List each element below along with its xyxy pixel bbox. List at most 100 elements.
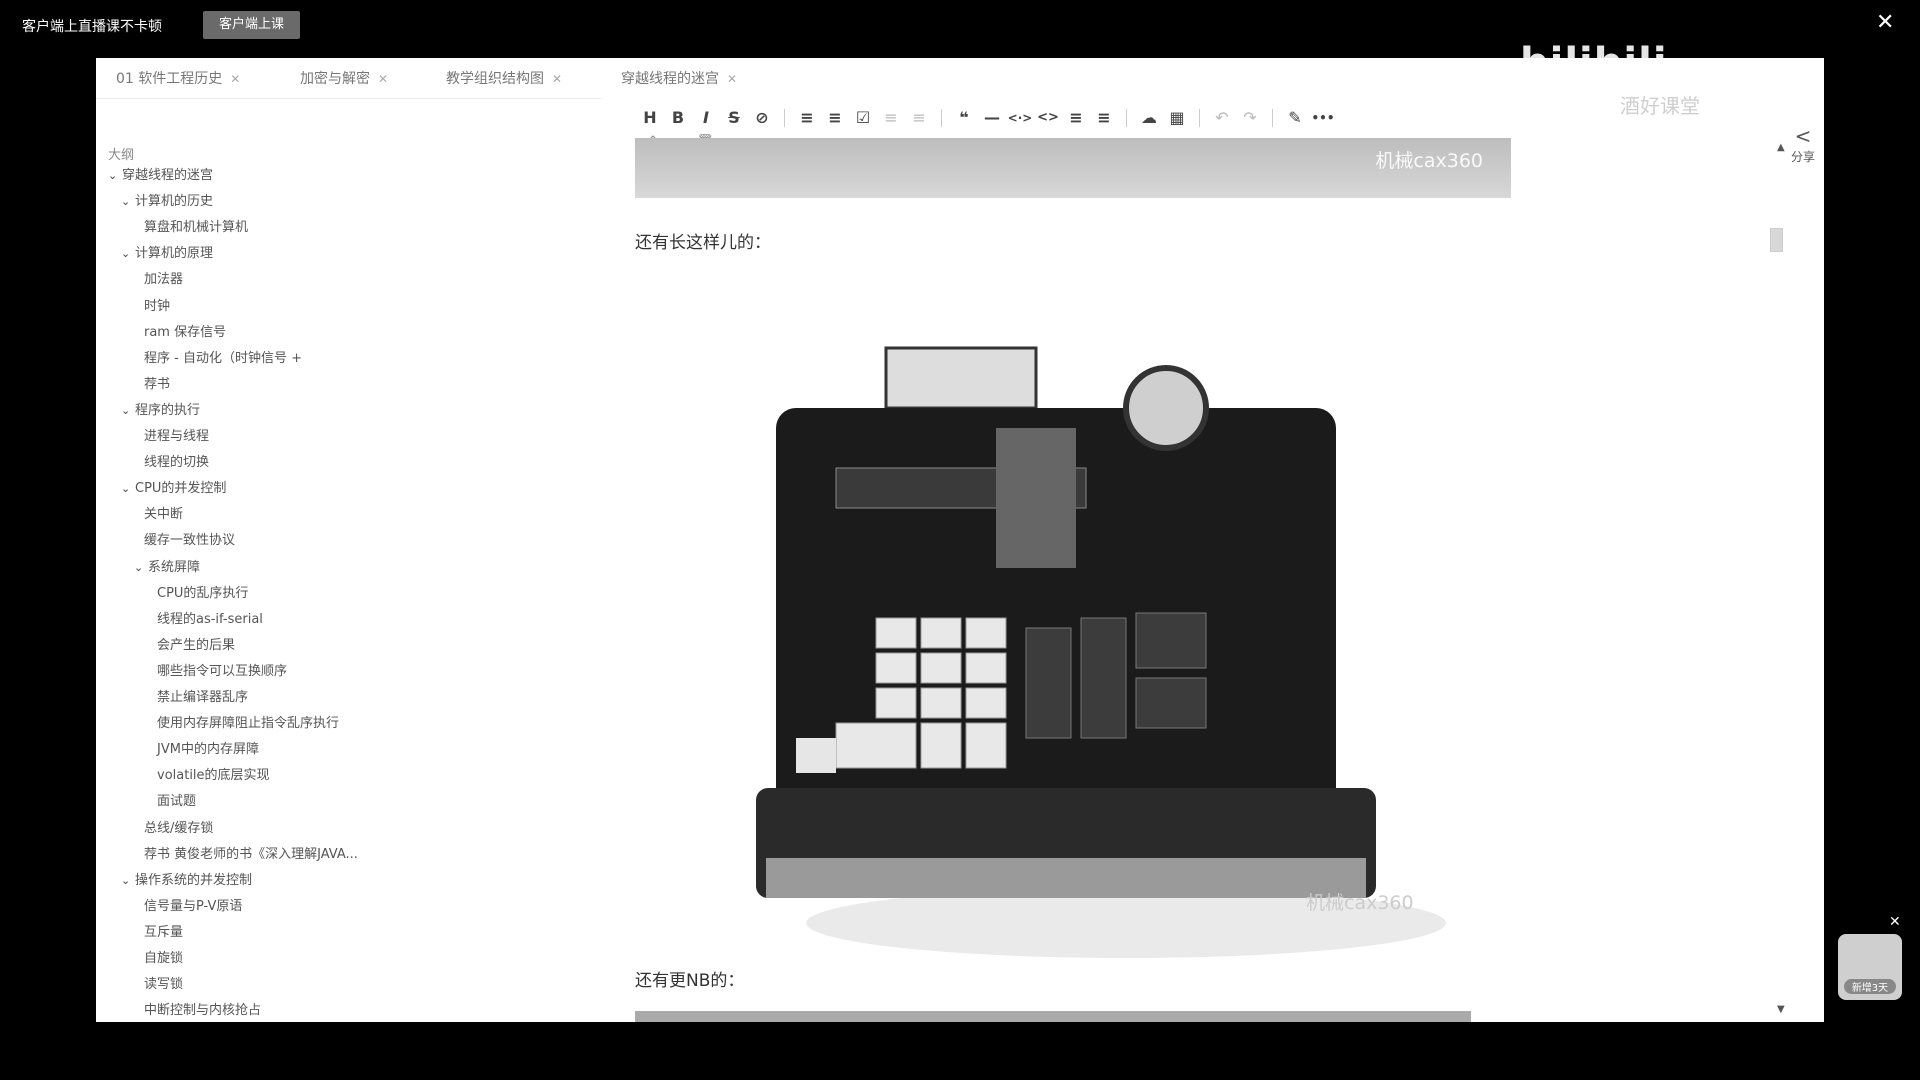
outline-item[interactable]: 荐书 bbox=[144, 375, 170, 395]
outline-item[interactable]: volatile的底层实现 bbox=[157, 766, 270, 786]
cloud-icon[interactable]: ☁ bbox=[1135, 106, 1163, 130]
outline-item-label: 哪些指令可以互换顺序 bbox=[157, 663, 288, 679]
pen-icon[interactable]: ✎ bbox=[1281, 106, 1309, 130]
outline-item[interactable]: 程序 - 自动化（时钟信号 + bbox=[144, 349, 302, 369]
outline-item-label: CPU的并发控制 bbox=[135, 481, 227, 497]
outline-item[interactable]: 面试题 bbox=[157, 792, 196, 812]
outline-item[interactable]: 线程的as-if-serial bbox=[157, 610, 263, 630]
inline-code-icon[interactable]: <·> bbox=[1006, 106, 1034, 130]
close-tab-icon[interactable]: ✕ bbox=[230, 72, 240, 86]
outline-item[interactable]: 自旋锁 bbox=[144, 949, 183, 969]
outline-item[interactable]: 会产生的后果 bbox=[157, 636, 235, 656]
outline-item[interactable]: 读写锁 bbox=[144, 975, 183, 995]
outline-item-label: 关中断 bbox=[144, 507, 184, 523]
outline-item[interactable]: 互斥量 bbox=[144, 923, 183, 943]
toolbar-divider bbox=[941, 109, 942, 127]
redo-icon[interactable]: ↷ bbox=[1236, 106, 1264, 130]
scrollbar-thumb[interactable] bbox=[1770, 228, 1783, 252]
outline-item[interactable]: ⌄ CPU的并发控制 bbox=[121, 479, 226, 499]
outline-item-label: 时钟 bbox=[144, 298, 171, 314]
close-tab-icon[interactable]: ✕ bbox=[727, 72, 737, 86]
client-class-button[interactable]: 客户端上课 bbox=[203, 11, 300, 39]
outline-item-label: 计算机的原理 bbox=[135, 246, 214, 262]
quote-icon[interactable]: ❝ bbox=[950, 106, 978, 130]
close-icon[interactable]: ✕ bbox=[1889, 914, 1901, 930]
undo-icon[interactable]: ↶ bbox=[1208, 106, 1236, 130]
school-watermark: 酒好课堂 bbox=[1620, 94, 1700, 118]
outline-item[interactable]: 时钟 bbox=[144, 297, 170, 317]
outline-item[interactable]: 荐书 黄俊老师的书《深入理解JAVA... bbox=[144, 845, 358, 865]
outline-item-label: 读写锁 bbox=[144, 977, 184, 993]
outline-item-label: 缓存一致性协议 bbox=[144, 533, 236, 549]
outline-item[interactable]: 线程的切换 bbox=[144, 453, 209, 473]
close-icon[interactable]: ✕ bbox=[1876, 10, 1894, 35]
chevron-down-icon[interactable]: ⌄ bbox=[134, 558, 146, 578]
outline-item[interactable]: ram 保存信号 bbox=[144, 323, 226, 343]
paragraph-text[interactable]: 还有更NB的： bbox=[635, 966, 744, 991]
chevron-down-icon[interactable]: ⌄ bbox=[121, 401, 133, 421]
chevron-down-icon[interactable]: ⌄ bbox=[121, 871, 133, 891]
outline-item-label: ram 保存信号 bbox=[144, 324, 227, 340]
editor-window: 01 软件工程历史 ✕ 加密与解密 ✕ 教学组织结构图 ✕ 穿越线程的迷宫 ✕ 大纲 ⌄… bbox=[96, 58, 1824, 1022]
outline-item[interactable]: ⌄ 操作系统的并发控制 bbox=[121, 871, 252, 891]
outline-item[interactable]: 缓存一致性协议 bbox=[144, 531, 235, 551]
outline-item[interactable]: ⌄ 计算机的历史 bbox=[121, 192, 213, 212]
outline-item[interactable]: 使用内存屏障阻止指令乱序执行 bbox=[157, 714, 339, 734]
horizontal-rule-icon[interactable]: — bbox=[978, 106, 1006, 130]
outline-item-label: CPU的乱序执行 bbox=[157, 585, 249, 601]
chevron-down-icon[interactable]: ⌄ bbox=[121, 192, 133, 212]
outline-item[interactable]: 中断控制与内核抢占 bbox=[144, 1001, 261, 1021]
outline-item[interactable]: ⌄ 计算机的原理 bbox=[121, 244, 213, 264]
outline-item[interactable]: ⌄ 系统屏障 bbox=[134, 558, 200, 578]
indent-icon[interactable]: ≡ bbox=[877, 106, 905, 130]
outline-item[interactable]: 进程与线程 bbox=[144, 427, 209, 447]
strikethrough-button[interactable]: S bbox=[720, 106, 748, 130]
outline-item-label: 会产生的后果 bbox=[157, 637, 236, 653]
outline-item[interactable]: 加法器 bbox=[144, 270, 183, 290]
scroll-up-icon[interactable]: ▲ bbox=[1777, 142, 1785, 153]
italic-button[interactable]: I bbox=[692, 106, 720, 130]
clear-format-icon[interactable]: ≡ bbox=[1090, 106, 1118, 130]
outline-item-label: 禁止编译器乱序 bbox=[157, 690, 249, 705]
chevron-down-icon[interactable]: ⌄ bbox=[121, 479, 133, 499]
close-tab-icon[interactable]: ✕ bbox=[552, 72, 562, 86]
format-icon[interactable]: ≡ bbox=[1062, 106, 1090, 130]
outline-item[interactable]: CPU的乱序执行 bbox=[157, 584, 248, 604]
outline-item-label: 线程的切换 bbox=[144, 455, 210, 471]
tab-encryption[interactable]: 加密与解密 ✕ bbox=[300, 68, 388, 88]
outline-item[interactable]: ⌄ 穿越线程的迷宫 bbox=[108, 166, 213, 186]
outline-item[interactable]: 关中断 bbox=[144, 505, 183, 525]
heading-button[interactable]: H bbox=[636, 106, 664, 130]
outline-item-label: 程序的执行 bbox=[135, 402, 201, 418]
table-icon[interactable]: ▦ bbox=[1163, 106, 1191, 130]
tab-thread-maze[interactable]: 穿越线程的迷宫 ✕ bbox=[621, 68, 737, 88]
floating-badge[interactable]: 新增3天 bbox=[1838, 934, 1902, 1000]
share-button[interactable]: < 分享 bbox=[1791, 124, 1815, 165]
outline-item[interactable]: 信号量与P-V原语 bbox=[144, 897, 242, 917]
bold-button[interactable]: B bbox=[664, 106, 692, 130]
outline-item-label: 计算机的历史 bbox=[135, 194, 214, 210]
chevron-down-icon[interactable]: ⌄ bbox=[121, 244, 133, 264]
tab-org-chart[interactable]: 教学组织结构图 ✕ bbox=[446, 68, 562, 88]
bullet-list-icon[interactable]: ≡ bbox=[793, 106, 821, 130]
scroll-down-icon[interactable]: ▼ bbox=[1777, 1004, 1785, 1015]
task-list-icon[interactable]: ☑ bbox=[849, 106, 877, 130]
tab-software-history[interactable]: 01 软件工程历史 ✕ bbox=[116, 68, 240, 88]
chevron-down-icon[interactable]: ⌄ bbox=[108, 166, 120, 186]
outline-item[interactable]: 算盘和机械计算机 bbox=[144, 218, 248, 238]
outline-item[interactable]: JVM中的内存屏障 bbox=[157, 740, 259, 760]
outline-item[interactable]: 总线/缓存锁 bbox=[144, 819, 213, 839]
outdent-icon[interactable]: ≡ bbox=[905, 106, 933, 130]
tab-bar: 01 软件工程历史 ✕ 加密与解密 ✕ 教学组织结构图 ✕ 穿越线程的迷宫 ✕ bbox=[96, 58, 737, 99]
close-tab-icon[interactable]: ✕ bbox=[378, 72, 388, 86]
outline-item[interactable]: 哪些指令可以互换顺序 bbox=[157, 662, 287, 682]
outline-item[interactable]: 禁止编译器乱序 bbox=[157, 688, 248, 708]
numbered-list-icon[interactable]: ≡ bbox=[821, 106, 849, 130]
code-block-icon[interactable]: <> bbox=[1034, 106, 1062, 130]
image-top-strip[interactable]: 机械cax360 bbox=[635, 138, 1511, 198]
link-icon[interactable]: ⊘ bbox=[748, 106, 776, 130]
more-icon[interactable]: ••• bbox=[1309, 106, 1337, 130]
share-icon: < bbox=[1794, 124, 1812, 148]
outline-item[interactable]: ⌄ 程序的执行 bbox=[121, 401, 200, 421]
paragraph-text[interactable]: 还有长这样儿的： bbox=[635, 228, 771, 253]
